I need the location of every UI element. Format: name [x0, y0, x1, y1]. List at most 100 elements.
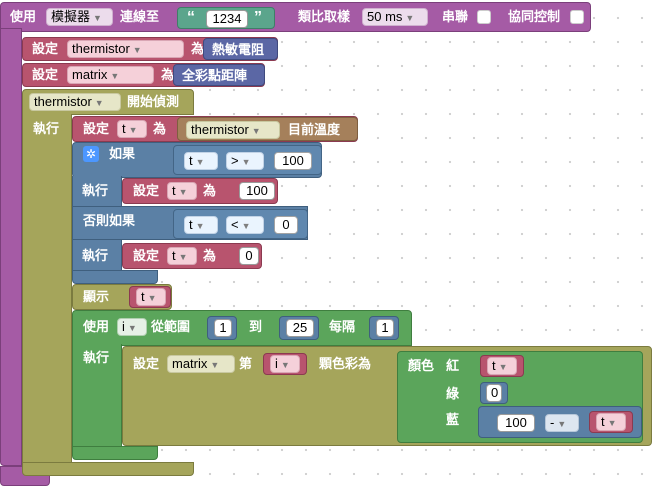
to-value[interactable]: 25 — [286, 319, 314, 337]
matrix-device-dropdown[interactable]: matrix ▼ — [167, 355, 235, 373]
blue-op-dropdown[interactable]: - ▼ — [545, 414, 579, 432]
blue-num[interactable]: 100 — [497, 414, 535, 432]
device-value: matrix — [172, 356, 208, 371]
to-label: 為 — [203, 248, 217, 263]
thermistor-device-block[interactable]: 熱敏電阻 — [203, 38, 278, 60]
address-input[interactable]: 1234 — [206, 10, 248, 28]
print-block[interactable]: 顯示 t ▼ — [72, 284, 172, 310]
if-header[interactable]: ✲ 如果 t ▼ > ▼ 100 — [72, 142, 322, 178]
thermistor-event-block[interactable]: thermistor ▼ 開始偵測 — [22, 89, 194, 115]
do2-var-dropdown[interactable]: t ▼ — [167, 247, 197, 265]
setup-block[interactable]: 使用 模擬器 ▼ 連線至 “ 1234 ” 類比取樣 50 ms ▼ 串聯 協同控制 — [0, 2, 591, 32]
blue-math-block[interactable]: 100 - ▼ t ▼ — [478, 406, 642, 438]
step-block[interactable]: 1 — [369, 316, 399, 340]
print-var-block[interactable]: t ▼ — [129, 286, 171, 308]
sample-rate-value: 50 ms — [367, 9, 403, 24]
thermistor-var-dropdown[interactable]: thermistor ▼ — [67, 40, 184, 58]
matrix-set-block[interactable]: 設定 matrix ▼ 第 i ▼ 顆色彩為 顏色 紅 t ▼ 綠 0 藍 100 -… — [122, 346, 652, 446]
temp-device-dropdown[interactable]: thermistor ▼ — [186, 121, 280, 139]
cond1-op[interactable]: > ▼ — [226, 152, 264, 170]
do1-value[interactable]: 100 — [239, 182, 275, 200]
chevron-down-icon: ▼ — [94, 98, 104, 108]
use-label: 使用 — [10, 9, 37, 24]
matrix-device-block[interactable]: 全彩點距陣 — [173, 64, 265, 86]
op-value: - — [550, 415, 555, 430]
sample-rate-dropdown[interactable]: 50 ms ▼ — [362, 8, 428, 26]
elseif-header[interactable]: 否則如果 t ▼ < ▼ 0 — [72, 206, 308, 240]
blue-var-block[interactable]: t ▼ — [589, 411, 633, 433]
set-t-100-block[interactable]: 設定 t ▼ 為 100 — [122, 178, 278, 204]
loop-header[interactable]: 使用 i ▼ 從範圍 1 到 25 每隔 1 — [72, 310, 412, 346]
chevron-down-icon: ▼ — [210, 360, 220, 370]
set-matrix-block[interactable]: 設定 matrix ▼ 為 全彩點距陣 — [22, 63, 265, 87]
red-var-block[interactable]: t ▼ — [480, 355, 524, 377]
var-value: t — [492, 358, 496, 373]
loop-rail: 執行 — [72, 344, 122, 454]
green-value-block[interactable]: 0 — [480, 382, 508, 404]
serial-label: 串聯 — [442, 9, 469, 24]
device-dropdown[interactable]: 模擬器 ▼ — [46, 8, 113, 26]
chevron-down-icon: ▼ — [110, 71, 120, 81]
loop-var-dropdown[interactable]: i ▼ — [117, 318, 147, 336]
protocol-label: 協同控制 — [508, 9, 561, 24]
loop-do-label: 執行 — [83, 350, 110, 365]
matrix-var-dropdown[interactable]: matrix ▼ — [67, 66, 154, 84]
red-var-dropdown[interactable]: t ▼ — [487, 357, 517, 375]
do2-value[interactable]: 0 — [239, 247, 259, 265]
color-block[interactable]: 顏色 紅 t ▼ 綠 0 藍 100 - ▼ t ▼ — [397, 351, 643, 443]
nth-label: 第 — [239, 356, 253, 371]
gear-icon[interactable]: ✲ — [83, 146, 99, 162]
index-var-block[interactable]: i ▼ — [263, 353, 307, 375]
cond1-value[interactable]: 100 — [274, 152, 312, 170]
chevron-down-icon: ▼ — [251, 126, 261, 136]
index-var-dropdown[interactable]: i ▼ — [270, 355, 300, 373]
set-t-block[interactable]: 設定 t ▼ 為 thermistor ▼ 目前溫度 — [72, 116, 358, 142]
color-label: 顆色彩為 — [319, 356, 372, 371]
chevron-down-icon: ▼ — [498, 362, 508, 372]
temperature-block[interactable]: thermistor ▼ 目前溫度 — [177, 117, 358, 141]
device-value: 模擬器 — [51, 9, 91, 24]
cond2-var[interactable]: t ▼ — [184, 216, 218, 234]
color-block-label: 顏色 — [408, 358, 435, 373]
protocol-checkbox[interactable] — [570, 10, 584, 24]
sample-label: 類比取樣 — [298, 9, 351, 24]
cond2-value[interactable]: 0 — [274, 216, 298, 234]
chevron-down-icon: ▼ — [405, 13, 415, 23]
do1-var-dropdown[interactable]: t ▼ — [167, 182, 197, 200]
if-label: 如果 — [109, 146, 136, 161]
setup-rail — [0, 28, 22, 466]
step-value[interactable]: 1 — [376, 319, 394, 337]
cond1-block[interactable]: t ▼ > ▼ 100 — [173, 145, 322, 175]
set-label: 設定 — [32, 67, 59, 82]
event-rail: 執行 — [22, 114, 72, 464]
event-device-dropdown[interactable]: thermistor ▼ — [29, 93, 121, 111]
loop-bottom — [72, 446, 158, 460]
device-value: thermistor — [191, 122, 249, 137]
event-bottom — [22, 462, 194, 476]
to-block[interactable]: 25 — [279, 316, 319, 340]
cond1-var[interactable]: t ▼ — [184, 152, 218, 170]
t-var-dropdown[interactable]: t ▼ — [117, 120, 147, 138]
event-label: 開始偵測 — [127, 94, 180, 109]
cond2-op[interactable]: < ▼ — [226, 216, 264, 234]
chevron-down-icon: ▼ — [607, 418, 617, 428]
to-label: 到 — [249, 319, 263, 334]
from-block[interactable]: 1 — [207, 316, 237, 340]
property-label: 目前溫度 — [288, 122, 341, 137]
blue-var-dropdown[interactable]: t ▼ — [596, 413, 626, 431]
var-value: t — [172, 248, 176, 263]
connect-label: 連線至 — [120, 9, 160, 24]
cond2-block[interactable]: t ▼ < ▼ 0 — [173, 209, 308, 239]
from-value[interactable]: 1 — [214, 319, 232, 337]
elseif-label: 否則如果 — [83, 213, 136, 228]
serial-checkbox[interactable] — [477, 10, 491, 24]
set-t-0-block[interactable]: 設定 t ▼ 為 0 — [122, 243, 262, 269]
print-var-dropdown[interactable]: t ▼ — [136, 288, 166, 306]
text-block[interactable]: “ 1234 ” — [177, 7, 275, 29]
set-label: 設定 — [133, 248, 160, 263]
var-value: t — [601, 414, 605, 429]
green-value[interactable]: 0 — [486, 384, 502, 402]
set-label: 設定 — [83, 121, 110, 136]
set-thermistor-block[interactable]: 設定 thermistor ▼ 為 熱敏電阻 — [22, 37, 278, 61]
set-label: 設定 — [133, 183, 160, 198]
